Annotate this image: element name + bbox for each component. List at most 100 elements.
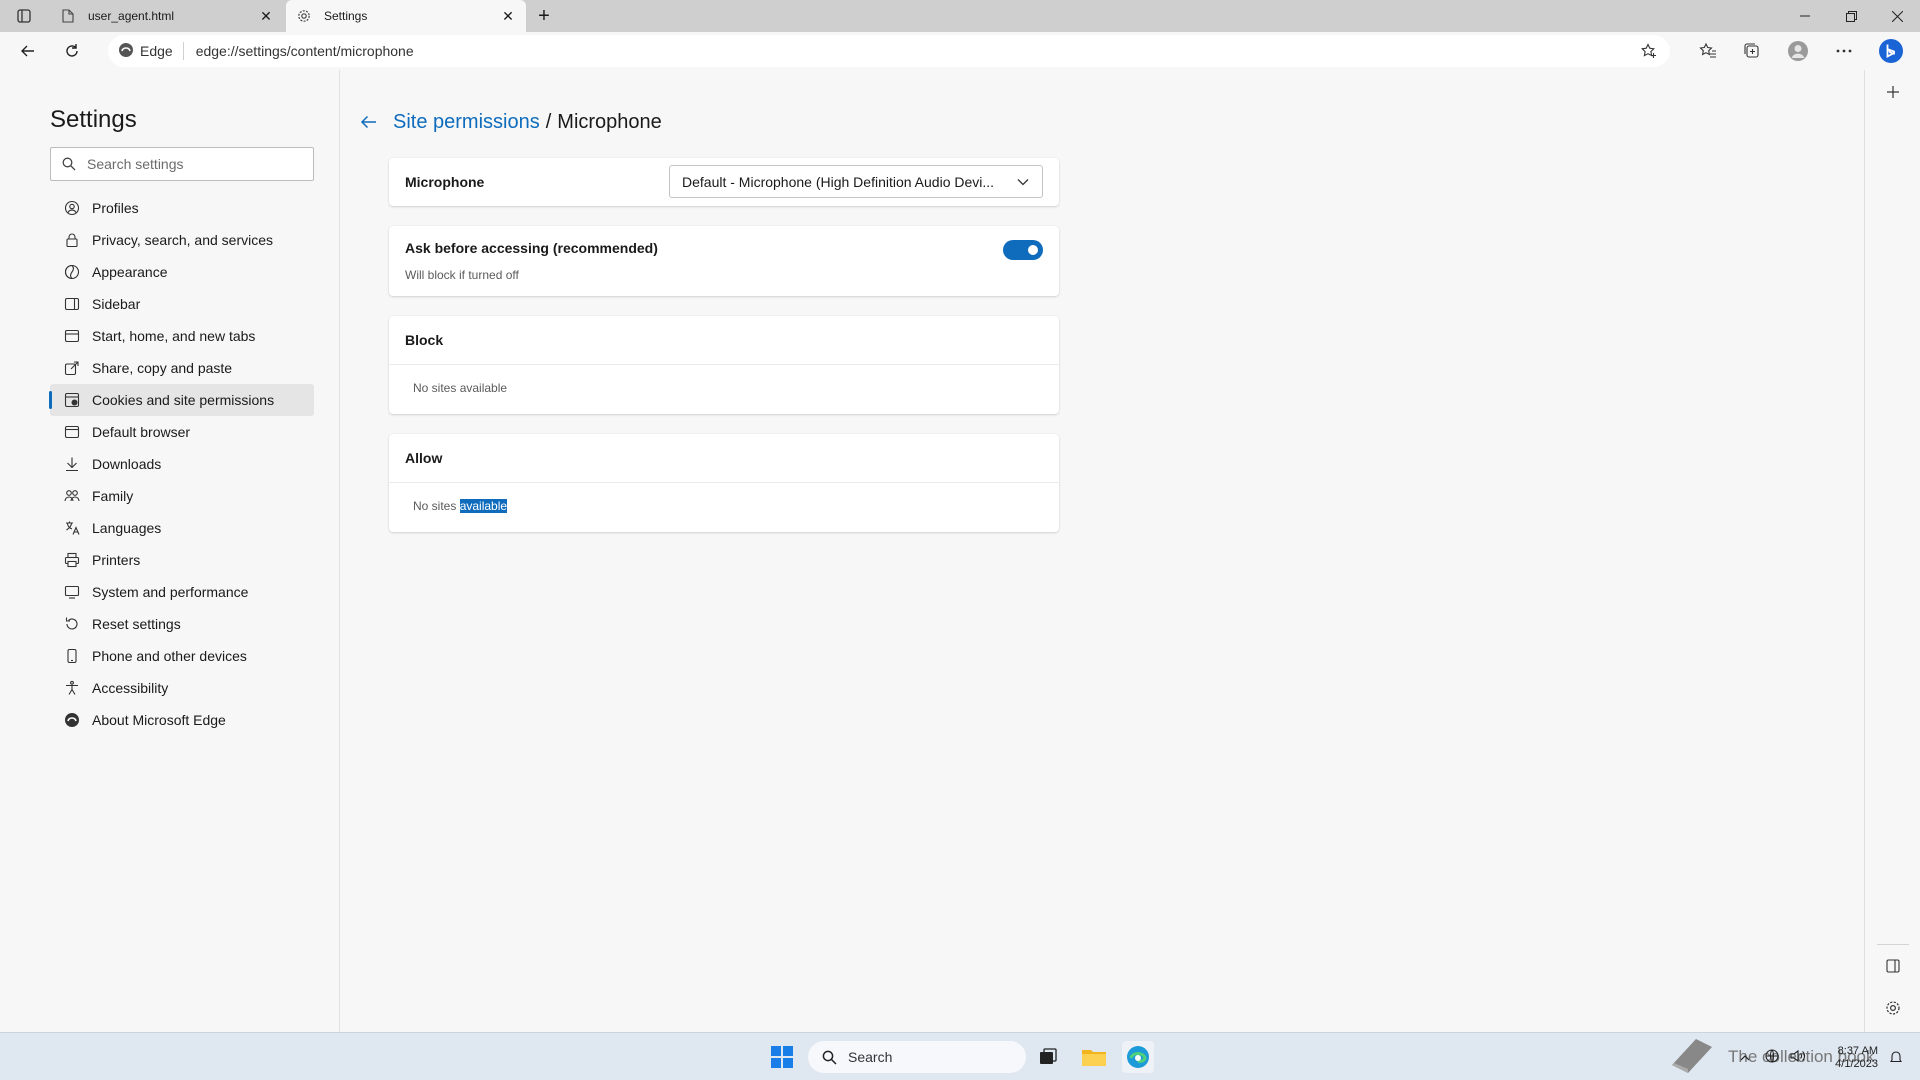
chevron-down-icon	[1016, 175, 1030, 189]
nav-item-label: Appearance	[92, 264, 168, 280]
nav-item-sidebar[interactable]: Sidebar	[50, 288, 314, 320]
nav-item-label: Cookies and site permissions	[92, 392, 275, 408]
back-arrow-icon[interactable]	[14, 37, 42, 65]
settings-title: Settings	[50, 106, 137, 133]
nav-item-share-copy[interactable]: Share, copy and paste	[50, 352, 314, 384]
settings-sidebar: Settings Profiles Privacy, search, and s…	[0, 70, 340, 1032]
sidebar-settings-icon[interactable]	[1879, 994, 1907, 1022]
block-empty-suffix: available	[459, 381, 508, 395]
file-explorer-icon[interactable]	[1078, 1041, 1110, 1073]
allow-empty-prefix: No sites	[413, 499, 457, 513]
restore-icon[interactable]	[1828, 0, 1874, 32]
nav-item-downloads[interactable]: Downloads	[50, 448, 314, 480]
edge-sidebar	[1864, 70, 1920, 1032]
tab-actions-icon[interactable]	[10, 6, 38, 26]
edge-chip-label: Edge	[140, 43, 173, 59]
clock-time: 8:37 AM	[1837, 1045, 1878, 1057]
address-bar[interactable]: Edge edge://settings/content/microphone	[108, 35, 1670, 67]
collections-icon[interactable]	[1738, 37, 1766, 65]
cookies-icon	[62, 390, 82, 410]
microphone-device-select[interactable]: Default - Microphone (High Definition Au…	[669, 165, 1043, 198]
minimize-icon[interactable]	[1782, 0, 1828, 32]
network-icon[interactable]	[1764, 1048, 1780, 1066]
block-empty-message: No sites available	[389, 365, 1059, 411]
back-arrow-icon[interactable]	[357, 110, 381, 134]
toggle-knob	[1028, 245, 1038, 255]
allow-empty-selected-text: available	[459, 499, 508, 513]
ask-before-accessing-toggle[interactable]	[1003, 240, 1043, 260]
tab-user-agent[interactable]: user_agent.html ✕	[50, 0, 284, 32]
add-favorite-icon[interactable]	[1640, 42, 1658, 60]
search-icon	[820, 1048, 838, 1066]
hide-sidebar-icon[interactable]	[1879, 952, 1907, 980]
gear-icon	[296, 8, 312, 24]
allow-card: Allow No sites available	[389, 434, 1059, 532]
nav-item-label: Downloads	[92, 456, 162, 472]
notification-icon[interactable]	[1880, 1041, 1912, 1073]
taskbar: Search The collection book 8:37 AM 4/1/2…	[0, 1032, 1920, 1080]
microphone-label: Microphone	[405, 174, 485, 190]
new-tab-button[interactable]: +	[532, 4, 556, 28]
task-view-icon[interactable]	[1032, 1041, 1064, 1073]
breadcrumb: Site permissions / Microphone	[357, 110, 662, 134]
nav-item-profiles[interactable]: Profiles	[50, 192, 314, 224]
search-settings-input[interactable]	[87, 156, 313, 172]
edge-chip[interactable]: Edge	[118, 42, 184, 60]
profile-avatar-icon[interactable]	[1784, 37, 1812, 65]
sidebar-divider	[1877, 944, 1909, 945]
download-icon	[62, 454, 82, 474]
nav-item-label: Reset settings	[92, 616, 181, 632]
clock-date: 4/1/2023	[1835, 1058, 1878, 1070]
nav-item-label: About Microsoft Edge	[92, 712, 226, 728]
nav-item-start-home[interactable]: Start, home, and new tabs	[50, 320, 314, 352]
refresh-icon[interactable]	[58, 37, 86, 65]
close-icon[interactable]: ✕	[500, 8, 516, 24]
chevron-up-icon[interactable]	[1740, 1050, 1750, 1064]
appearance-icon	[62, 262, 82, 282]
ask-before-accessing-card: Ask before accessing (recommended) Will …	[389, 226, 1059, 296]
browser-icon	[62, 422, 82, 442]
nav-item-label: Start, home, and new tabs	[92, 328, 256, 344]
nav-item-label: Accessibility	[92, 680, 169, 696]
tab-settings[interactable]: Settings ✕	[286, 0, 526, 32]
block-title: Block	[405, 332, 444, 348]
windows-start-icon[interactable]	[766, 1041, 798, 1073]
nav-item-appearance[interactable]: Appearance	[50, 256, 314, 288]
block-empty-prefix: No sites	[413, 381, 457, 395]
nav-item-default-browser[interactable]: Default browser	[50, 416, 314, 448]
block-card: Block No sites available	[389, 316, 1059, 414]
family-icon	[62, 486, 82, 506]
volume-icon[interactable]	[1790, 1049, 1806, 1066]
nav-item-about-edge[interactable]: About Microsoft Edge	[50, 704, 314, 736]
search-settings-box[interactable]	[50, 147, 314, 181]
nav-item-system-performance[interactable]: System and performance	[50, 576, 314, 608]
accessibility-icon	[62, 678, 82, 698]
add-sidebar-icon[interactable]	[1879, 78, 1907, 106]
nav-item-phone-devices[interactable]: Phone and other devices	[50, 640, 314, 672]
taskbar-clock[interactable]: 8:37 AM 4/1/2023	[1824, 1045, 1878, 1071]
nav-item-reset-settings[interactable]: Reset settings	[50, 608, 314, 640]
file-icon	[60, 8, 76, 24]
breadcrumb-separator: /	[545, 110, 552, 133]
microphone-device-value: Default - Microphone (High Definition Au…	[682, 173, 995, 190]
nav-item-label: Profiles	[92, 200, 139, 216]
favorites-icon[interactable]	[1694, 37, 1722, 65]
profile-icon	[62, 198, 82, 218]
nav-item-languages[interactable]: Languages	[50, 512, 314, 544]
edge-taskbar-icon[interactable]	[1122, 1041, 1154, 1073]
close-icon[interactable]: ✕	[258, 8, 274, 24]
nav-item-label: Printers	[92, 552, 141, 568]
breadcrumb-site-permissions-link[interactable]: Site permissions	[393, 111, 540, 134]
more-options-icon[interactable]	[1830, 37, 1858, 65]
bing-icon[interactable]	[1877, 37, 1905, 65]
taskbar-search[interactable]: Search	[808, 1041, 1026, 1073]
nav-item-cookies-permissions[interactable]: Cookies and site permissions	[49, 384, 314, 416]
nav-item-accessibility[interactable]: Accessibility	[50, 672, 314, 704]
nav-item-privacy[interactable]: Privacy, search, and services	[50, 224, 314, 256]
phone-icon	[62, 646, 82, 666]
close-window-icon[interactable]	[1874, 0, 1920, 32]
nav-item-label: Privacy, search, and services	[92, 232, 274, 248]
nav-item-family[interactable]: Family	[50, 480, 314, 512]
settings-nav-list: Profiles Privacy, search, and services A…	[49, 192, 314, 736]
nav-item-printers[interactable]: Printers	[50, 544, 314, 576]
